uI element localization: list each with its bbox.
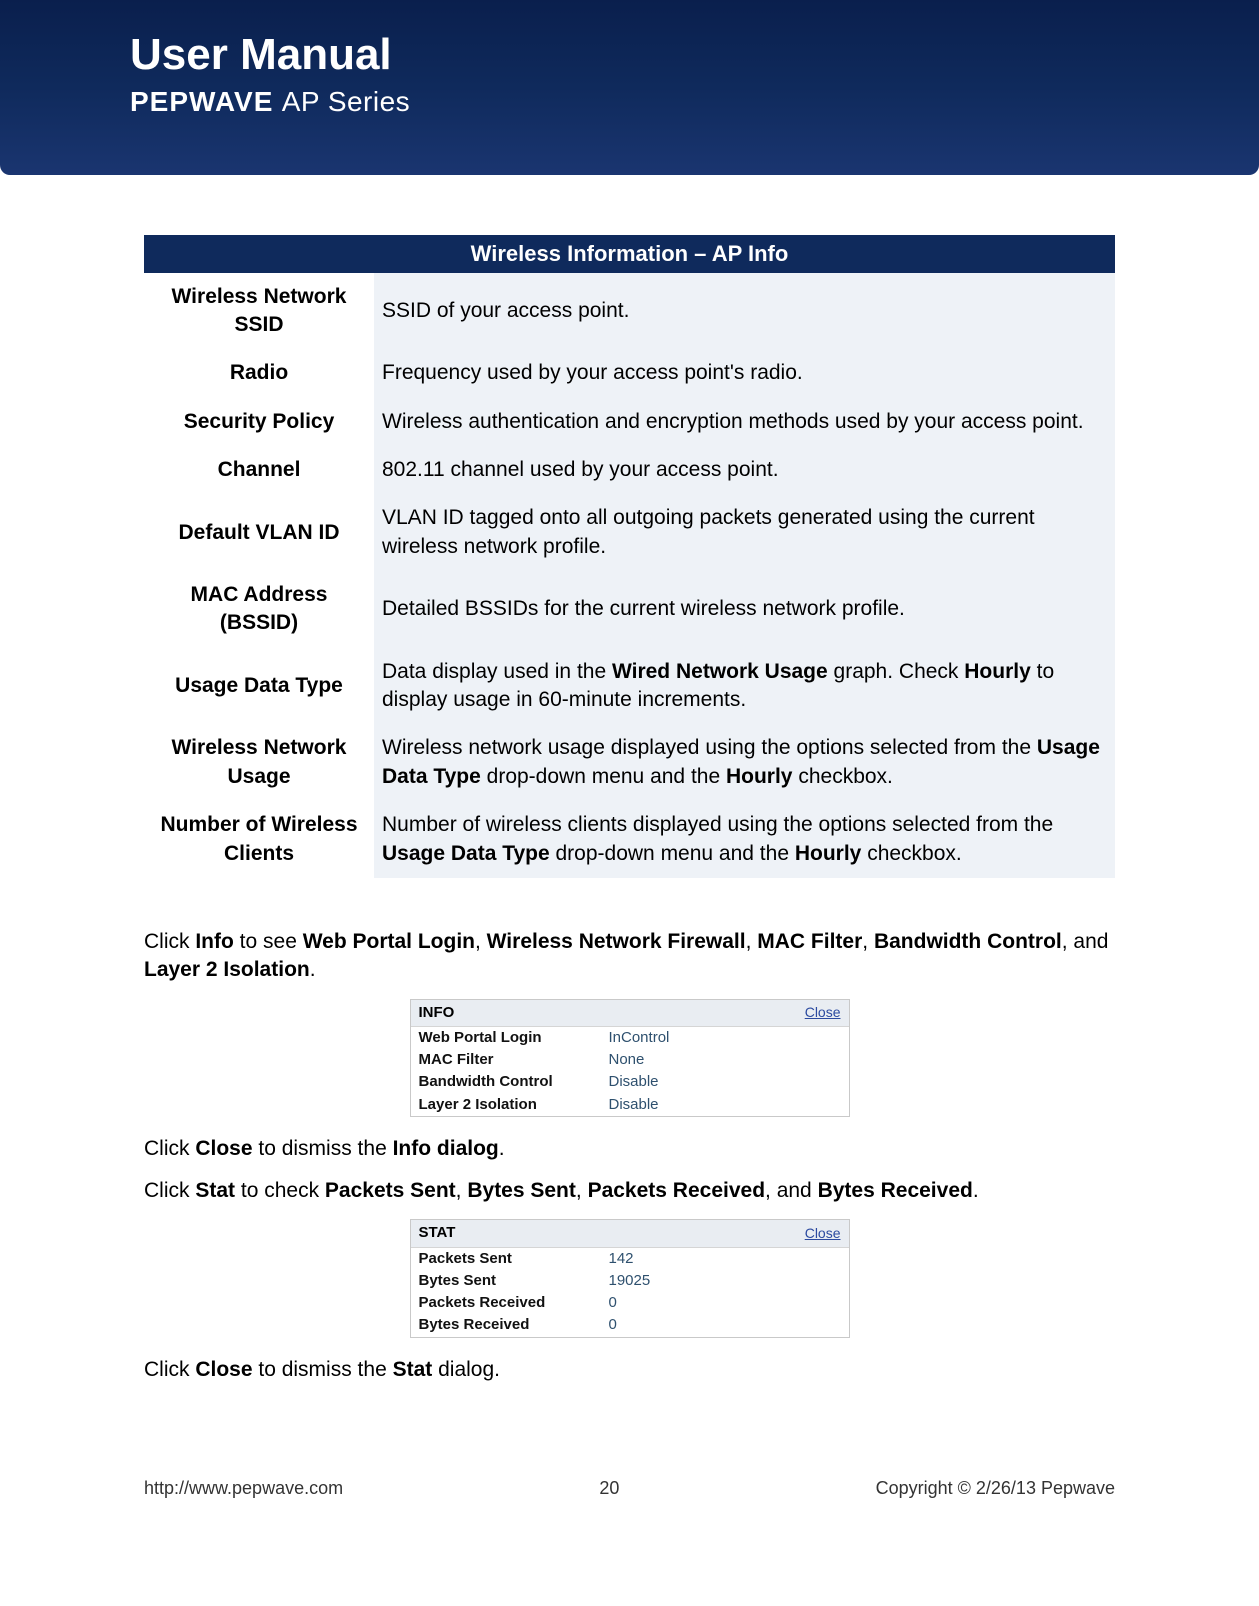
row-description: 802.11 channel used by your access point… bbox=[374, 446, 1115, 494]
row-label: Number of Wireless Clients bbox=[144, 801, 374, 878]
table-row: Default VLAN IDVLAN ID tagged onto all o… bbox=[144, 494, 1115, 571]
footer-copyright: Copyright © 2/26/13 Pepwave bbox=[876, 1478, 1115, 1499]
paragraph-close-info: Click Close to dismiss the Info dialog. bbox=[144, 1135, 1115, 1163]
footer-url: http://www.pepwave.com bbox=[144, 1478, 343, 1499]
dialog-row-key: Bytes Received bbox=[419, 1315, 609, 1335]
row-description: Detailed BSSIDs for the current wireless… bbox=[374, 571, 1115, 648]
table-row: Channel802.11 channel used by your acces… bbox=[144, 446, 1115, 494]
stat-dialog: STAT Close Packets Sent142Bytes Sent1902… bbox=[410, 1219, 850, 1337]
row-label: Wireless Network Usage bbox=[144, 724, 374, 801]
table-header: Wireless Information – AP Info bbox=[144, 235, 1115, 273]
dialog-row-value: Disable bbox=[609, 1095, 841, 1115]
document-footer: http://www.pepwave.com 20 Copyright © 2/… bbox=[0, 1438, 1259, 1539]
dialog-row-key: Packets Sent bbox=[419, 1249, 609, 1269]
row-description: SSID of your access point. bbox=[374, 273, 1115, 350]
dialog-row-key: Packets Received bbox=[419, 1293, 609, 1313]
dialog-row-key: Bytes Sent bbox=[419, 1271, 609, 1291]
footer-page-number: 20 bbox=[343, 1478, 876, 1499]
dialog-row: Web Portal LoginInControl bbox=[411, 1027, 849, 1049]
table-header-row: Wireless Information – AP Info bbox=[144, 235, 1115, 273]
dialog-row-key: MAC Filter bbox=[419, 1050, 609, 1070]
dialog-row-key: Web Portal Login bbox=[419, 1028, 609, 1048]
paragraph-stat-instruction: Click Stat to check Packets Sent, Bytes … bbox=[144, 1177, 1115, 1205]
dialog-row: Bytes Sent19025 bbox=[411, 1270, 849, 1292]
table-row: Wireless Network SSIDSSID of your access… bbox=[144, 273, 1115, 350]
stat-dialog-close-link[interactable]: Close bbox=[805, 1224, 841, 1243]
row-description: VLAN ID tagged onto all outgoing packets… bbox=[374, 494, 1115, 571]
info-dialog-close-link[interactable]: Close bbox=[805, 1003, 841, 1022]
dialog-row: MAC FilterNone bbox=[411, 1049, 849, 1071]
dialog-row-key: Layer 2 Isolation bbox=[419, 1095, 609, 1115]
row-label: Wireless Network SSID bbox=[144, 273, 374, 350]
row-label: Default VLAN ID bbox=[144, 494, 374, 571]
row-label: MAC Address (BSSID) bbox=[144, 571, 374, 648]
row-description: Frequency used by your access point's ra… bbox=[374, 349, 1115, 397]
dialog-row-value: InControl bbox=[609, 1028, 841, 1048]
row-label: Security Policy bbox=[144, 398, 374, 446]
series-name: AP Series bbox=[282, 86, 411, 117]
brand-name: PEPWAVE bbox=[130, 86, 273, 117]
document-header: User Manual PEPWAVE AP Series bbox=[0, 0, 1259, 175]
paragraph-close-stat: Click Close to dismiss the Stat dialog. bbox=[144, 1356, 1115, 1384]
dialog-row-key: Bandwidth Control bbox=[419, 1072, 609, 1092]
document-content: Wireless Information – AP Info Wireless … bbox=[0, 175, 1259, 1438]
dialog-row-value: 142 bbox=[609, 1249, 841, 1269]
row-label: Radio bbox=[144, 349, 374, 397]
dialog-row: Bandwidth ControlDisable bbox=[411, 1071, 849, 1093]
wireless-info-table: Wireless Information – AP Info Wireless … bbox=[144, 235, 1115, 878]
paragraph-info-instruction: Click Info to see Web Portal Login, Wire… bbox=[144, 928, 1115, 985]
row-description: Number of wireless clients displayed usi… bbox=[374, 801, 1115, 878]
stat-dialog-header: STAT Close bbox=[411, 1220, 849, 1247]
table-row: Security PolicyWireless authentication a… bbox=[144, 398, 1115, 446]
table-row: MAC Address (BSSID)Detailed BSSIDs for t… bbox=[144, 571, 1115, 648]
table-row: Usage Data TypeData display used in the … bbox=[144, 648, 1115, 725]
table-row: Wireless Network UsageWireless network u… bbox=[144, 724, 1115, 801]
info-dialog: INFO Close Web Portal LoginInControlMAC … bbox=[410, 999, 850, 1117]
dialog-row-value: None bbox=[609, 1050, 841, 1070]
info-dialog-figure: INFO Close Web Portal LoginInControlMAC … bbox=[144, 999, 1115, 1117]
dialog-row: Packets Sent142 bbox=[411, 1248, 849, 1270]
dialog-row: Layer 2 IsolationDisable bbox=[411, 1094, 849, 1116]
row-description: Data display used in the Wired Network U… bbox=[374, 648, 1115, 725]
info-dialog-title: INFO bbox=[419, 1003, 455, 1023]
dialog-row-value: Disable bbox=[609, 1072, 841, 1092]
row-label: Channel bbox=[144, 446, 374, 494]
info-dialog-header: INFO Close bbox=[411, 1000, 849, 1027]
table-row: Number of Wireless ClientsNumber of wire… bbox=[144, 801, 1115, 878]
row-label: Usage Data Type bbox=[144, 648, 374, 725]
dialog-row-value: 0 bbox=[609, 1315, 841, 1335]
dialog-row: Packets Received0 bbox=[411, 1292, 849, 1314]
header-title: User Manual bbox=[130, 30, 1259, 80]
dialog-row: Bytes Received0 bbox=[411, 1314, 849, 1336]
stat-dialog-title: STAT bbox=[419, 1223, 456, 1243]
row-description: Wireless authentication and encryption m… bbox=[374, 398, 1115, 446]
dialog-row-value: 0 bbox=[609, 1293, 841, 1313]
dialog-row-value: 19025 bbox=[609, 1271, 841, 1291]
table-row: RadioFrequency used by your access point… bbox=[144, 349, 1115, 397]
row-description: Wireless network usage displayed using t… bbox=[374, 724, 1115, 801]
stat-dialog-figure: STAT Close Packets Sent142Bytes Sent1902… bbox=[144, 1219, 1115, 1337]
header-subtitle: PEPWAVE AP Series bbox=[130, 86, 1259, 118]
